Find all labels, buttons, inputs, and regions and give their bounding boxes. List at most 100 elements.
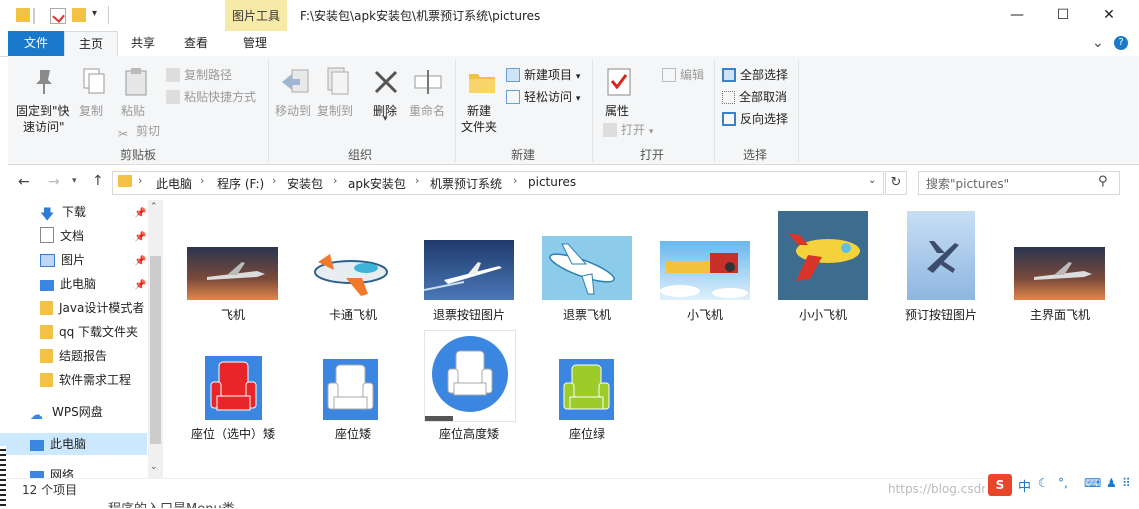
- ime-mode[interactable]: 中: [1018, 476, 1031, 495]
- rename-button[interactable]: 重命名: [409, 102, 445, 119]
- back-arrow-icon[interactable]: ←: [18, 174, 30, 190]
- breadcrumb-item[interactable]: 此电脑: [156, 175, 192, 192]
- cut-button[interactable]: ✂ 剪切: [118, 122, 160, 141]
- nav-item-folder[interactable]: qq 下载文件夹: [40, 321, 138, 343]
- tab-home[interactable]: 主页: [64, 31, 118, 58]
- properties-button[interactable]: 属性: [605, 102, 629, 119]
- customize-qat-icon[interactable]: ▾: [92, 8, 97, 19]
- file-thumbnail[interactable]: [907, 211, 975, 300]
- file-name[interactable]: 座位（选中）矮: [178, 425, 288, 442]
- refresh-icon[interactable]: ↻: [885, 171, 907, 195]
- new-folder-icon[interactable]: [72, 8, 86, 22]
- nav-item-folder[interactable]: 结题报告: [40, 345, 107, 367]
- help-icon[interactable]: ?: [1114, 36, 1128, 50]
- file-thumbnail[interactable]: [205, 356, 262, 420]
- nav-item-this-pc[interactable]: 此电脑: [30, 433, 86, 455]
- file-thumbnail[interactable]: [424, 330, 516, 422]
- nav-item-documents[interactable]: 文档: [40, 225, 84, 247]
- file-name[interactable]: 小飞机: [650, 306, 760, 323]
- file-thumbnail[interactable]: [424, 240, 514, 300]
- file-name[interactable]: 座位矮: [298, 425, 408, 442]
- file-name[interactable]: 退票按钮图片: [414, 306, 524, 323]
- delete-dropdown-icon[interactable]: ▾: [383, 114, 388, 124]
- new-folder-label-1[interactable]: 新建: [467, 102, 491, 119]
- tab-manage[interactable]: 管理: [228, 31, 282, 56]
- file-name[interactable]: 预订按钮图片: [886, 306, 996, 323]
- nav-item-wps-cloud[interactable]: ☁ WPS网盘: [30, 401, 103, 423]
- pin-to-quick-access-button[interactable]: 固定到"快: [16, 102, 70, 119]
- tab-file[interactable]: 文件: [8, 31, 64, 56]
- file-thumbnail[interactable]: [660, 241, 750, 300]
- file-thumbnail[interactable]: [542, 236, 632, 300]
- breadcrumb-chevron-icon[interactable]: ›: [513, 174, 517, 187]
- nav-item-folder[interactable]: 软件需求工程: [40, 369, 131, 391]
- punctuation-icon[interactable]: °,: [1058, 476, 1068, 490]
- file-thumbnail[interactable]: [1014, 247, 1105, 300]
- nav-item-pictures[interactable]: 图片: [40, 249, 85, 271]
- nav-item-folder[interactable]: Java设计模式者: [40, 297, 144, 319]
- edit-button[interactable]: 编辑: [662, 66, 704, 83]
- breadcrumb-item[interactable]: 安装包: [287, 175, 323, 192]
- paste-button[interactable]: 粘贴: [121, 102, 145, 119]
- file-name[interactable]: 飞机: [178, 306, 288, 323]
- file-name[interactable]: 退票飞机: [532, 306, 642, 323]
- tab-share[interactable]: 共享: [118, 31, 168, 56]
- file-name[interactable]: 座位高度矮: [414, 425, 524, 442]
- move-to-button[interactable]: 移动到: [275, 102, 311, 119]
- file-thumbnail[interactable]: [559, 359, 614, 420]
- open-button[interactable]: 打开 ▾: [603, 121, 653, 138]
- breadcrumb-item[interactable]: pictures: [528, 175, 576, 189]
- new-item-button[interactable]: 新建项目 ▾: [506, 66, 580, 83]
- paste-shortcut-button[interactable]: 粘贴快捷方式: [166, 88, 256, 105]
- copy-button[interactable]: 复制: [79, 102, 103, 119]
- minimize-button[interactable]: —: [994, 0, 1040, 31]
- file-name[interactable]: 卡通飞机: [298, 306, 408, 323]
- sogou-ime-icon[interactable]: S: [988, 474, 1012, 496]
- breadcrumb-chevron-icon[interactable]: ›: [138, 174, 142, 187]
- breadcrumb-chevron-icon[interactable]: ›: [415, 174, 419, 187]
- expand-ribbon-icon[interactable]: ⌄: [1092, 35, 1104, 51]
- easy-access-button[interactable]: 轻松访问 ▾: [506, 88, 580, 105]
- moon-icon[interactable]: ☾: [1038, 476, 1049, 490]
- scroll-down-icon[interactable]: ⌄: [150, 462, 158, 472]
- breadcrumb-item[interactable]: 程序 (F:): [217, 175, 264, 192]
- tab-view[interactable]: 查看: [170, 31, 222, 56]
- nav-item-downloads[interactable]: 🡇 下载: [40, 201, 86, 223]
- grid-icon[interactable]: ⠿: [1122, 476, 1131, 490]
- properties-icon[interactable]: [50, 8, 66, 24]
- new-folder-label-2[interactable]: 文件夹: [461, 118, 497, 135]
- user-icon[interactable]: ♟: [1106, 476, 1117, 490]
- folder-icon[interactable]: [16, 8, 30, 22]
- file-thumbnail[interactable]: [187, 247, 278, 300]
- file-thumbnail[interactable]: [306, 248, 396, 300]
- scroll-up-icon[interactable]: ⌃: [150, 202, 158, 212]
- breadcrumb-item[interactable]: 机票预订系统: [430, 175, 502, 192]
- breadcrumb-chevron-icon[interactable]: ›: [200, 174, 204, 187]
- picture-tools-context-tab[interactable]: 图片工具: [225, 0, 287, 31]
- select-all-button[interactable]: 全部选择: [722, 66, 788, 83]
- breadcrumb-chevron-icon[interactable]: ›: [333, 174, 337, 187]
- search-icon[interactable]: ⚲: [1098, 174, 1108, 189]
- nav-item-label: 此电脑: [60, 277, 97, 291]
- file-name[interactable]: 座位绿: [532, 425, 642, 442]
- close-button[interactable]: ✕: [1086, 0, 1132, 31]
- copy-path-button[interactable]: 复制路径: [166, 66, 232, 83]
- select-none-button[interactable]: 全部取消: [722, 88, 787, 105]
- file-thumbnail[interactable]: [323, 359, 378, 420]
- recent-locations-icon[interactable]: ▾: [72, 176, 77, 186]
- maximize-button[interactable]: ☐: [1040, 0, 1086, 31]
- file-name[interactable]: 小小飞机: [768, 306, 878, 323]
- file-name[interactable]: 主界面飞机: [1005, 306, 1115, 323]
- forward-arrow-icon[interactable]: →: [48, 174, 60, 190]
- nav-item-this-pc-pinned[interactable]: 此电脑: [40, 273, 96, 295]
- file-thumbnail[interactable]: [778, 211, 868, 300]
- breadcrumb-item[interactable]: apk安装包: [348, 175, 406, 192]
- address-dropdown-icon[interactable]: ⌄: [868, 175, 876, 186]
- breadcrumb-chevron-icon[interactable]: ›: [272, 174, 276, 187]
- scrollbar-thumb[interactable]: [150, 256, 161, 444]
- invert-selection-button[interactable]: 反向选择: [722, 110, 788, 127]
- copy-to-button[interactable]: 复制到: [317, 102, 353, 119]
- keyboard-icon[interactable]: ⌨: [1084, 476, 1101, 490]
- nav-item-network[interactable]: 网络: [30, 464, 74, 478]
- up-arrow-icon[interactable]: ↑: [92, 173, 104, 189]
